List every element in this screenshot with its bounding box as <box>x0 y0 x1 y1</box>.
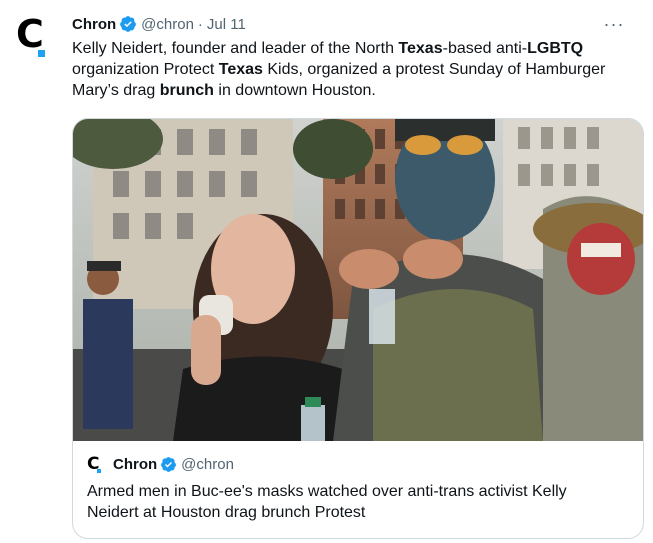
author-name[interactable]: Chron <box>72 16 116 33</box>
quoted-avatar[interactable]: C <box>87 454 107 474</box>
tweet-header: Chron @chron · Jul 11 ··· <box>72 13 633 35</box>
tweet-photo[interactable] <box>73 119 643 441</box>
quoted-tweet-body: C Chron @chron Armed men in Buc-ee's mas… <box>73 441 643 535</box>
logo-dot <box>38 50 45 57</box>
tweet-date[interactable]: Jul 11 <box>207 16 246 33</box>
tweet-text-segment: Kelly Neidert, founder and leader of the… <box>72 40 399 57</box>
verified-badge-icon <box>120 16 137 32</box>
header-separator: · <box>197 15 203 33</box>
tweet-text-highlight: Texas <box>398 40 443 57</box>
verified-badge-icon <box>161 456 177 472</box>
tweet-text-highlight: Texas <box>218 61 263 78</box>
quoted-author-name[interactable]: Chron <box>113 456 157 473</box>
tweet-text: Kelly Neidert, founder and leader of the… <box>72 38 642 101</box>
tweet-text-highlight: LGBTQ <box>527 40 584 57</box>
tweet-text-segment: in downtown Houston. <box>213 82 376 99</box>
more-options-icon[interactable]: ··· <box>603 14 625 34</box>
quoted-author-handle[interactable]: @chron <box>181 456 234 473</box>
author-avatar[interactable]: C <box>16 14 64 62</box>
chron-logo: C <box>16 12 44 56</box>
quoted-tweet-card[interactable]: C Chron @chron Armed men in Buc-ee's mas… <box>72 118 644 539</box>
mini-logo-dot <box>97 469 101 473</box>
quoted-tweet-text: Armed men in Buc-ee's masks watched over… <box>87 483 567 521</box>
tweet-text-segment: organization Protect <box>72 61 219 78</box>
tweet-text-highlight: brunch <box>159 82 214 99</box>
author-handle[interactable]: @chron <box>141 16 194 33</box>
quoted-tweet-header: C Chron @chron <box>87 453 629 475</box>
tweet-text-segment: -based anti- <box>442 40 528 57</box>
